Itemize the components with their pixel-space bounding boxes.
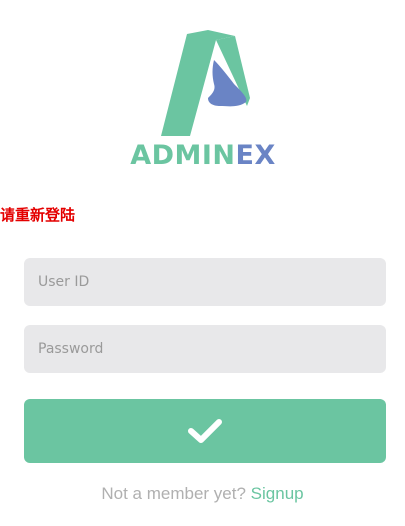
- relogin-alert: 请重新登陆: [0, 206, 76, 224]
- logo-text-admin: ADMIN: [130, 140, 236, 171]
- logo: ADMINEX: [128, 26, 278, 174]
- check-icon: [188, 419, 222, 443]
- login-submit-button[interactable]: [24, 399, 386, 463]
- logo-text-ex: EX: [235, 140, 276, 171]
- password-input[interactable]: [24, 325, 386, 373]
- login-page: ADMINEX 请重新登陆 Not a member yet? Signup: [0, 0, 405, 526]
- signup-prompt: Not a member yet? Signup: [0, 484, 405, 504]
- user-id-input[interactable]: [24, 258, 386, 306]
- signup-link[interactable]: Signup: [251, 484, 304, 503]
- signup-prompt-text: Not a member yet?: [101, 484, 246, 503]
- logo-mark-icon: [161, 30, 250, 136]
- logo-text: ADMINEX: [128, 140, 278, 171]
